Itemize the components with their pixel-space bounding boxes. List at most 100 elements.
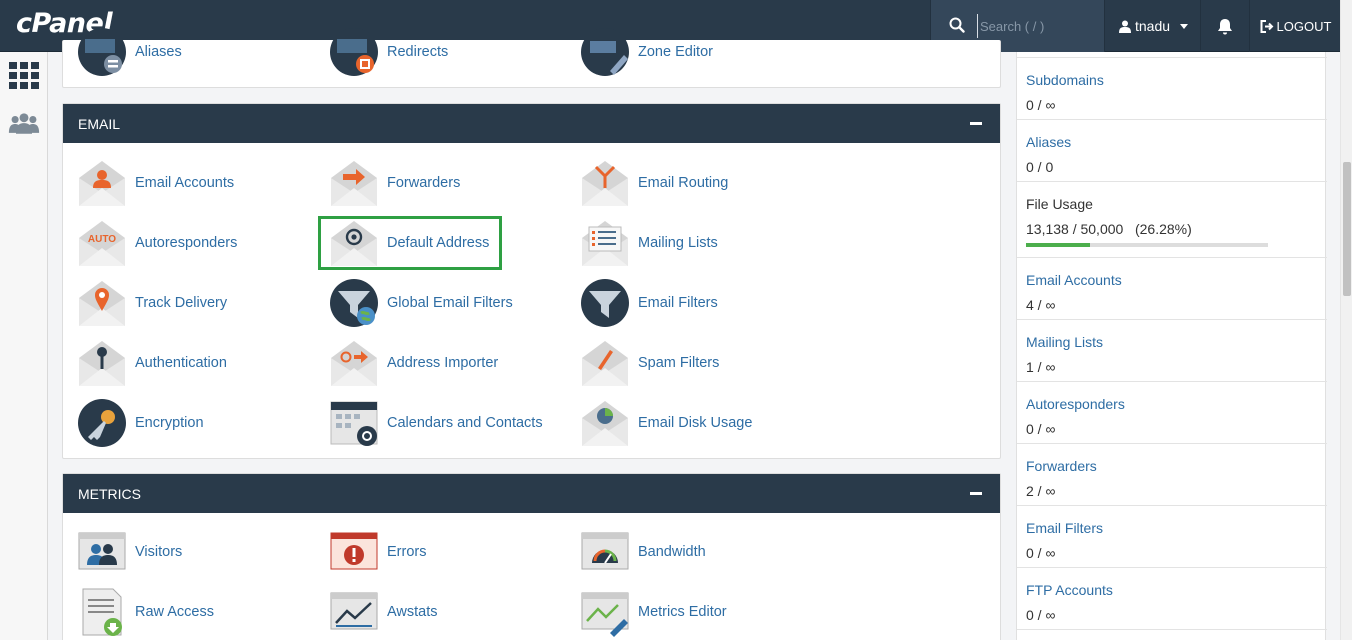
- auto-text: AUTO: [88, 234, 116, 245]
- stat-email-filters: Email Filters 0 / ∞: [1017, 506, 1327, 568]
- stat-name[interactable]: Forwarders: [1026, 458, 1318, 474]
- bell-icon: [1218, 18, 1232, 34]
- tool-encryption[interactable]: Encryption: [77, 395, 204, 451]
- tool-label: Zone Editor: [638, 44, 713, 60]
- tool-aliases[interactable]: Aliases: [77, 24, 182, 80]
- tool-label: Email Disk Usage: [638, 415, 753, 431]
- scrollbar-thumb[interactable]: [1343, 162, 1351, 296]
- tool-address-importer[interactable]: Address Importer: [329, 335, 498, 391]
- user-manager-button[interactable]: [8, 108, 40, 140]
- metrics-panel-header[interactable]: METRICS: [63, 474, 1000, 513]
- stat-forwarders: Forwarders 2 / ∞: [1017, 444, 1327, 506]
- page-scrollbar[interactable]: [1340, 0, 1352, 640]
- tool-email-filters[interactable]: Email Filters: [580, 275, 718, 331]
- users-icon: [8, 113, 40, 134]
- collapse-button[interactable]: [970, 492, 982, 495]
- stat-value: 0 / ∞: [1026, 607, 1056, 623]
- tool-default-address[interactable]: Default Address: [329, 215, 489, 271]
- tool-label: Redirects: [387, 44, 449, 60]
- user-icon: [1119, 20, 1131, 33]
- stat-subdomains: Subdomains 0 / ∞: [1017, 58, 1327, 120]
- stat-value: 0 / ∞: [1026, 97, 1056, 113]
- search-input[interactable]: [977, 14, 1097, 38]
- tool-global-email-filters[interactable]: Global Email Filters: [329, 275, 513, 331]
- tool-errors[interactable]: Errors: [329, 524, 426, 580]
- metrics-panel: METRICS Visitors Errors Bandwidth Raw Ac…: [62, 473, 1001, 640]
- stat-autoresponders: Autoresponders 0 / ∞: [1017, 382, 1327, 444]
- stat-value: 0 / 0: [1026, 159, 1054, 175]
- stat-name[interactable]: Aliases: [1026, 134, 1318, 150]
- aliases-icon: [78, 28, 126, 76]
- tools-grid-button[interactable]: [8, 60, 40, 92]
- stat-name[interactable]: Mailing Lists: [1026, 334, 1318, 350]
- email-panel-header[interactable]: EMAIL: [63, 104, 1000, 143]
- spam-filters-icon: [582, 341, 628, 386]
- tool-label: Autoresponders: [135, 235, 238, 251]
- default-address-icon: [331, 221, 377, 266]
- tool-forwarders[interactable]: Forwarders: [329, 155, 460, 211]
- tool-label: Aliases: [135, 44, 182, 60]
- tool-mailing-lists[interactable]: Mailing Lists: [580, 215, 718, 271]
- stat-mailing-lists: Mailing Lists 1 / ∞: [1017, 320, 1327, 382]
- left-sidebar: [0, 52, 48, 640]
- tool-label: Metrics Editor: [638, 604, 727, 620]
- tool-metrics-editor[interactable]: Metrics Editor: [580, 584, 727, 640]
- file-usage-progress-fill: [1026, 243, 1090, 247]
- tool-label: Email Filters: [638, 295, 718, 311]
- tool-label: Spam Filters: [638, 355, 720, 371]
- tool-label: Encryption: [135, 415, 204, 431]
- tool-visitors[interactable]: Visitors: [77, 524, 182, 580]
- notifications-button[interactable]: [1200, 0, 1250, 52]
- tool-bandwidth[interactable]: Bandwidth: [580, 524, 706, 580]
- stat-value: 2 / ∞: [1026, 483, 1056, 499]
- tool-label: Track Delivery: [135, 295, 228, 311]
- logout-icon: [1260, 19, 1273, 33]
- stat-value: 13,138 / 50,000 (26.28%): [1026, 221, 1192, 237]
- tool-zone-editor[interactable]: Zone Editor: [580, 24, 713, 80]
- tool-redirects[interactable]: Redirects: [329, 24, 448, 80]
- zone-editor-icon: [581, 28, 629, 76]
- stat-value: 1 / ∞: [1026, 359, 1056, 375]
- tool-label: Authentication: [135, 355, 227, 371]
- stat-name: File Usage: [1026, 196, 1093, 212]
- tool-email-routing[interactable]: Email Routing: [580, 155, 728, 211]
- tool-label: Calendars and Contacts: [387, 415, 543, 431]
- tool-calendars-contacts[interactable]: Calendars and Contacts: [329, 395, 543, 451]
- user-menu[interactable]: tnadu: [1104, 0, 1200, 52]
- stat-name[interactable]: Email Filters: [1026, 520, 1318, 536]
- tool-spam-filters[interactable]: Spam Filters: [580, 335, 719, 391]
- file-usage-progress-bar: [1026, 243, 1268, 247]
- stat-value: 0 / ∞: [1026, 421, 1056, 437]
- tool-label: Global Email Filters: [387, 295, 513, 311]
- track-delivery-icon: [79, 281, 125, 326]
- autoresponders-icon: AUTO: [79, 221, 125, 266]
- stat-name[interactable]: Email Accounts: [1026, 272, 1318, 288]
- mailing-lists-icon: [582, 221, 628, 266]
- logout-button[interactable]: LOGOUT: [1251, 0, 1340, 52]
- tool-awstats[interactable]: Awstats: [329, 584, 438, 640]
- tool-autoresponders[interactable]: AUTO Autoresponders: [77, 215, 237, 271]
- logout-label: LOGOUT: [1276, 18, 1332, 34]
- tool-label: Forwarders: [387, 175, 461, 191]
- email-routing-icon: [582, 161, 628, 206]
- tool-email-accounts[interactable]: Email Accounts: [77, 155, 234, 211]
- stat-aliases: Aliases 0 / 0: [1017, 120, 1327, 182]
- collapse-button[interactable]: [970, 122, 982, 125]
- stat-name[interactable]: FTP Accounts: [1026, 582, 1318, 598]
- forwarders-icon: [331, 161, 377, 206]
- address-importer-icon: [331, 341, 377, 386]
- tool-label: Visitors: [135, 544, 183, 560]
- tool-track-delivery[interactable]: Track Delivery: [77, 275, 227, 331]
- authentication-icon: [79, 341, 125, 386]
- tool-label: Bandwidth: [638, 544, 706, 560]
- tool-authentication[interactable]: Authentication: [77, 335, 227, 391]
- stat-email-accounts: Email Accounts 4 / ∞: [1017, 258, 1327, 320]
- tool-label: Address Importer: [387, 355, 499, 371]
- stat-name[interactable]: Subdomains: [1026, 72, 1318, 88]
- tool-email-disk-usage[interactable]: Email Disk Usage: [580, 395, 752, 451]
- calendars-contacts-icon: [330, 401, 378, 446]
- grid-icon: [9, 62, 39, 89]
- stat-value: 4 / ∞: [1026, 297, 1056, 313]
- stat-name[interactable]: Autoresponders: [1026, 396, 1318, 412]
- tool-raw-access[interactable]: Raw Access: [77, 584, 214, 640]
